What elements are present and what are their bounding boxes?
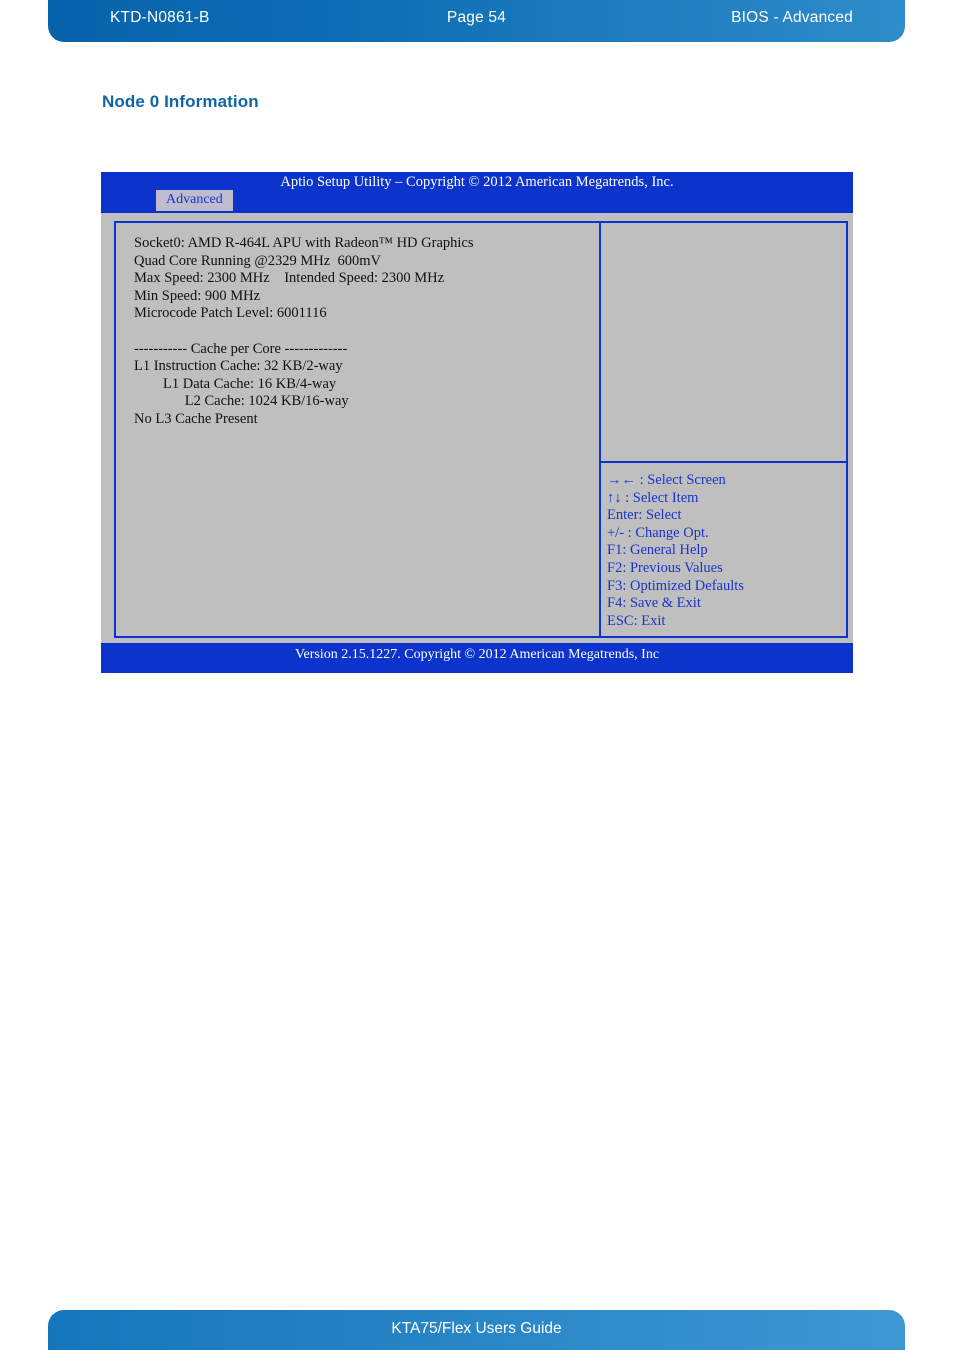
legend-previous-values: F2: Previous Values [607,559,723,576]
cache-section-header: ----------- Cache per Core ------------- [134,340,348,357]
bios-help-description-area [601,223,846,463]
bios-screenshot: Aptio Setup Utility – Copyright © 2012 A… [101,172,853,673]
page-header-bar: KTD-N0861-B Page 54 BIOS - Advanced [48,0,905,42]
legend-enter-select: Enter: Select [607,507,682,524]
legend-save-exit: F4: Save & Exit [607,595,701,612]
bios-info-panel: Socket0: AMD R-464L APU with Radeon™ HD … [116,223,601,636]
guide-title: KTA75/Flex Users Guide [391,1320,562,1337]
info-line: Socket0: AMD R-464L APU with Radeon™ HD … [134,235,474,251]
section-label: BIOS - Advanced [731,9,853,26]
info-line: L1 Instruction Cache: 32 KB/2-way [134,358,343,375]
bios-title-bar: Aptio Setup Utility – Copyright © 2012 A… [101,172,853,213]
bios-version-text: Version 2.15.1227. Copyright © 2012 Amer… [294,647,660,662]
info-line: Max Speed: 2300 MHz Intended Speed: 2300… [134,270,445,287]
legend-select-screen: →← : Select Screen [607,472,726,488]
legend-esc-exit: ESC: Exit [607,612,666,629]
info-line: Microcode Patch Level: 6001116 [134,305,327,322]
tab-advanced[interactable]: Advanced [156,190,233,211]
page-footer-bar: KTA75/Flex Users Guide [48,1310,905,1350]
legend-select-item: ↑↓ : Select Item [607,489,699,506]
bios-side-panel: →← : Select Screen ↑↓ : Select Item Ente… [601,223,846,636]
info-line: L1 Data Cache: 16 KB/4-way [134,375,337,392]
bios-utility-title: Aptio Setup Utility – Copyright © 2012 A… [280,174,674,190]
info-line: No L3 Cache Present [134,410,258,427]
info-line: L2 Cache: 1024 KB/16-way [134,393,349,410]
bios-body: Socket0: AMD R-464L APU with Radeon™ HD … [101,213,853,643]
info-line-spacer [134,323,599,341]
legend-general-help: F1: General Help [607,542,708,559]
bios-footer-bar: Version 2.15.1227. Copyright © 2012 Amer… [101,643,853,673]
legend-change-opt: +/- : Change Opt. [607,524,709,541]
info-line: Min Speed: 900 MHz [134,287,261,304]
bios-key-legend: →← : Select Screen ↑↓ : Select Item Ente… [601,463,846,630]
legend-optimized-defaults: F3: Optimized Defaults [607,577,744,594]
page-title: Node 0 Information [102,92,259,111]
info-line: Quad Core Running @2329 MHz 600mV [134,252,381,269]
bios-frame: Socket0: AMD R-464L APU with Radeon™ HD … [114,221,848,638]
